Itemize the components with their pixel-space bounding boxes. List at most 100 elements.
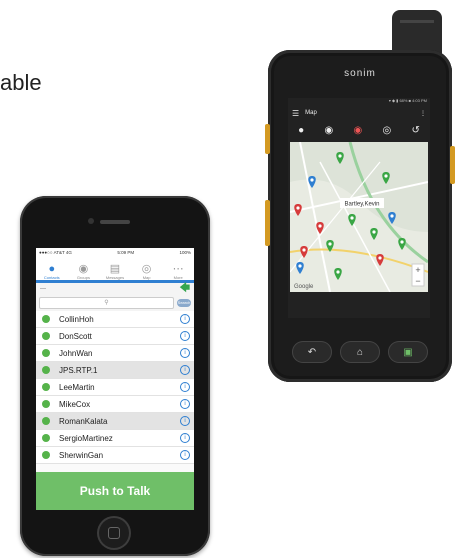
target-icon[interactable]: ◎ bbox=[382, 125, 391, 136]
info-icon[interactable]: i bbox=[180, 365, 190, 375]
map-pin-dot bbox=[328, 242, 332, 246]
back-arrow-icon[interactable]: 🡄 bbox=[180, 281, 190, 298]
tab-contacts[interactable]: ● Contacts bbox=[38, 263, 66, 280]
online-status-icon bbox=[42, 366, 50, 374]
tab-map[interactable]: ◎ Map bbox=[133, 263, 161, 280]
contact-row[interactable]: SergioMartinez i bbox=[36, 430, 194, 447]
map-pin-dot bbox=[384, 174, 388, 178]
status-time: 5:09 PM bbox=[117, 249, 135, 255]
location-person-icon[interactable]: ◉ bbox=[324, 125, 333, 136]
map-pin-dot bbox=[372, 230, 376, 234]
info-icon[interactable]: i bbox=[180, 348, 190, 358]
side-button-left-lower[interactable] bbox=[265, 200, 270, 246]
contact-name: MikeCox bbox=[59, 399, 91, 409]
brand-logo: sonim bbox=[344, 68, 376, 79]
search-button[interactable]: Search bbox=[177, 299, 191, 307]
tab-more[interactable]: ⋯ More bbox=[164, 263, 192, 280]
home-hw-button[interactable]: ⌂ bbox=[340, 341, 380, 363]
overflow-menu-icon[interactable]: ⋮ bbox=[420, 110, 426, 117]
search-icon: ⚲ bbox=[104, 300, 109, 306]
online-status-icon bbox=[42, 400, 50, 408]
contact-row[interactable]: SherwinGan i bbox=[36, 447, 194, 464]
map-view[interactable]: Bartley,Kevin + − Google bbox=[290, 142, 428, 292]
contact-row[interactable]: MikeCox i bbox=[36, 396, 194, 413]
sonim-toolbar: ● ◉ ◉ ◎ ↺ bbox=[288, 120, 430, 140]
online-status-icon bbox=[42, 451, 50, 459]
sonim-hardware-buttons: ↶ ⌂ ▣ bbox=[288, 338, 432, 366]
contact-row[interactable]: RomanKalata i bbox=[36, 413, 194, 430]
person-icon: ● bbox=[48, 263, 56, 275]
contact-row[interactable]: JohnWan i bbox=[36, 345, 194, 362]
map-pin-dot bbox=[336, 270, 340, 274]
more-icon: ⋯ bbox=[172, 263, 184, 275]
tab-groups[interactable]: ◉ Groups bbox=[69, 263, 97, 280]
info-icon[interactable]: i bbox=[180, 314, 190, 324]
map-attribution: Google bbox=[294, 284, 314, 290]
tab-label: Groups bbox=[76, 275, 90, 280]
side-button-left[interactable] bbox=[265, 124, 270, 154]
contact-row[interactable]: LeeMartin i bbox=[36, 379, 194, 396]
tab-bar: ● Contacts ◉ Groups ▤ Messages ◎ Map ⋯ M… bbox=[36, 256, 194, 283]
contact-name: DonScott bbox=[59, 331, 92, 341]
contact-name: RomanKalata bbox=[59, 416, 108, 426]
info-icon[interactable]: i bbox=[180, 399, 190, 409]
online-status-icon bbox=[42, 332, 50, 340]
ptt-hw-button[interactable]: ▣ bbox=[388, 341, 428, 363]
tab-label: Messages bbox=[105, 275, 125, 280]
hamburger-menu-icon[interactable]: ☰ bbox=[292, 109, 299, 118]
sonim-screen: ▾ ◆ ▮ 68% ■ 4:03 PM ☰ Map ⋮ ● ◉ ◉ ◎ ↺ Ba… bbox=[288, 98, 430, 318]
map-canvas[interactable]: Bartley,Kevin + − Google bbox=[290, 142, 428, 292]
info-icon[interactable]: i bbox=[180, 450, 190, 460]
contact-name: LeeMartin bbox=[59, 382, 95, 392]
iphone-screen: ●●●○○ AT&T 4G 5:09 PM 100% ● Contacts ◉ … bbox=[36, 248, 194, 510]
caption-text: able bbox=[0, 70, 42, 95]
home-button[interactable] bbox=[97, 516, 131, 550]
map-pin-dot bbox=[296, 206, 300, 210]
map-pin-dot bbox=[302, 248, 306, 252]
tab-label: More bbox=[173, 275, 183, 280]
iphone-device: ●●●○○ AT&T 4G 5:09 PM 100% ● Contacts ◉ … bbox=[20, 196, 210, 556]
person-icon[interactable]: ● bbox=[298, 125, 304, 136]
chat-icon: ▤ bbox=[109, 263, 121, 275]
tab-messages[interactable]: ▤ Messages bbox=[101, 263, 129, 280]
map-pin-dot bbox=[350, 216, 354, 220]
sonim-status-bar: ▾ ◆ ▮ 68% ■ 4:03 PM bbox=[388, 98, 427, 103]
map-pin-dot bbox=[338, 154, 342, 158]
group-icon: ◉ bbox=[78, 263, 89, 275]
info-icon[interactable]: i bbox=[180, 416, 190, 426]
contact-row[interactable]: DonScott i bbox=[36, 328, 194, 345]
info-icon[interactable]: i bbox=[180, 331, 190, 341]
group-chat-icon[interactable]: ◉ bbox=[353, 125, 362, 136]
battery-level: 100% bbox=[179, 249, 191, 255]
zoom-in-button[interactable]: + bbox=[415, 265, 420, 275]
zoom-out-button[interactable]: − bbox=[415, 276, 420, 286]
map-pin-dot bbox=[390, 214, 394, 218]
map-pin-dot bbox=[378, 256, 382, 260]
contact-row[interactable]: JPS.RTP.1 i bbox=[36, 362, 194, 379]
contact-list: CollinHoh i DonScott i JohnWan i JPS.RTP… bbox=[36, 311, 194, 464]
contact-name: SherwinGan bbox=[59, 450, 104, 460]
list-subheader: — 🡄 bbox=[36, 283, 194, 295]
info-icon[interactable]: i bbox=[180, 382, 190, 392]
app-bar-title: Map bbox=[305, 110, 317, 116]
contact-name: SergioMartinez bbox=[59, 433, 113, 443]
tab-label: Map bbox=[142, 275, 151, 280]
info-icon[interactable]: i bbox=[180, 433, 190, 443]
push-to-talk-button[interactable]: Push to Talk bbox=[36, 472, 194, 510]
contact-name: CollinHoh bbox=[59, 314, 94, 324]
globe-icon: ◎ bbox=[141, 263, 152, 275]
map-pin-dot bbox=[400, 240, 404, 244]
online-status-icon bbox=[42, 434, 50, 442]
history-icon[interactable]: ↺ bbox=[411, 125, 419, 136]
online-status-icon bbox=[42, 417, 50, 425]
contact-row[interactable]: CollinHoh i bbox=[36, 311, 194, 328]
contact-name: JohnWan bbox=[59, 348, 93, 358]
back-button[interactable]: ↶ bbox=[292, 341, 332, 363]
map-pin-dot bbox=[298, 264, 302, 268]
map-pin-dot bbox=[318, 224, 322, 228]
side-button-right[interactable] bbox=[450, 146, 455, 184]
map-label: Bartley,Kevin bbox=[345, 202, 380, 208]
front-camera bbox=[88, 218, 94, 224]
search-input[interactable]: ⚲ bbox=[39, 297, 174, 309]
sonim-device: sonim ▾ ◆ ▮ 68% ■ 4:03 PM ☰ Map ⋮ ● ◉ ◉ … bbox=[265, 10, 455, 382]
